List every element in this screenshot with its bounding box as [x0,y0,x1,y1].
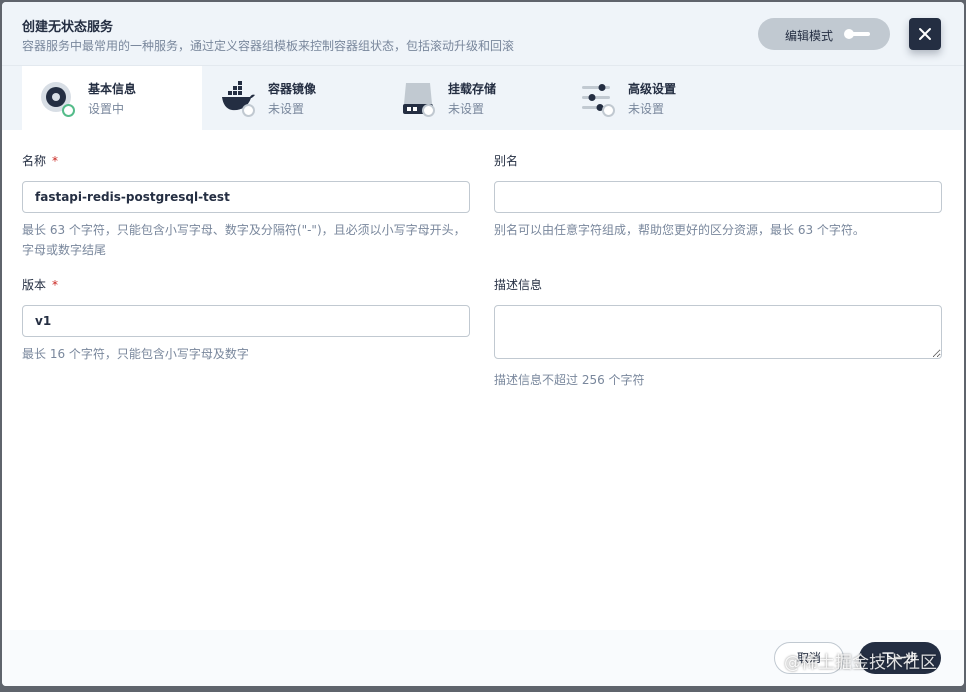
tab-state: 未设置 [448,102,485,116]
tab-advanced[interactable]: 高级设置 未设置 [562,66,742,130]
status-dot-icon [602,104,615,117]
modal-title: 创建无状态服务 [22,20,114,35]
tab-basic-info[interactable]: 基本信息 设置中 [22,66,202,130]
version-input[interactable] [22,305,470,337]
watermark: @稀土掘金技术社区 [784,653,937,673]
tab-name: 容器镜像 [268,82,317,96]
tab-name: 挂载存储 [448,82,497,96]
version-hint: 最长 16 个字符，只能包含小写字母及数字 [22,347,249,361]
required-mark: * [52,154,59,168]
alias-hint: 别名可以由任意字符组成，帮助您更好的区分资源，最长 63 个字符。 [494,223,865,237]
tab-state: 未设置 [628,102,665,116]
tab-name: 基本信息 [88,82,137,96]
tab-state: 未设置 [268,102,305,116]
description-hint: 描述信息不超过 256 个字符 [494,373,645,387]
edit-mode-label: 编辑模式 [785,29,834,43]
tab-name: 高级设置 [628,82,677,96]
name-hint: 最长 63 个字符，只能包含小写字母、数字及分隔符("-")，且必须以小写字母开… [22,223,466,257]
toggle-switch-icon [844,29,870,39]
required-mark: * [52,278,59,292]
create-deployment-modal: 创建无状态服务 容器服务中最常用的一种服务，通过定义容器组模板来控制容器组状态，… [2,2,964,686]
description-field-group: 描述信息 描述信息不超过 256 个字符 [494,276,942,390]
name-field-group: 名称 * 最长 63 个字符，只能包含小写字母、数字及分隔符("-")，且必须以小… [22,152,470,260]
name-input[interactable] [22,181,470,213]
basic-info-form: 名称 * 最长 63 个字符，只能包含小写字母、数字及分隔符("-")，且必须以小… [2,130,964,630]
alias-field-group: 别名 别名可以由任意字符组成，帮助您更好的区分资源，最长 63 个字符。 [494,152,942,240]
alias-label: 别名 [494,154,519,168]
description-textarea[interactable] [494,305,942,359]
tab-container-image[interactable]: 容器镜像 未设置 [202,66,382,130]
modal-header: 创建无状态服务 容器服务中最常用的一种服务，通过定义容器组模板来控制容器组状态，… [2,2,964,66]
alias-input[interactable] [494,181,942,213]
tab-storage[interactable]: 挂载存储 未设置 [382,66,562,130]
name-label: 名称 [22,154,47,168]
edit-mode-toggle[interactable]: 编辑模式 [758,18,890,50]
description-label: 描述信息 [494,278,543,292]
status-dot-icon [62,104,75,117]
status-dot-icon [422,104,435,117]
version-field-group: 版本 * 最长 16 个字符，只能包含小写字母及数字 [22,276,470,364]
close-icon [919,28,931,40]
close-button[interactable] [909,18,941,50]
version-label: 版本 [22,278,47,292]
tab-state: 设置中 [88,102,125,116]
step-tabs: 基本信息 设置中 容器镜像 未设置 挂载存储 未设置 高级设置 未设置 [2,66,964,130]
modal-description: 容器服务中最常用的一种服务，通过定义容器组模板来控制容器组状态，包括滚动升级和回… [22,39,515,53]
status-dot-icon [242,104,255,117]
